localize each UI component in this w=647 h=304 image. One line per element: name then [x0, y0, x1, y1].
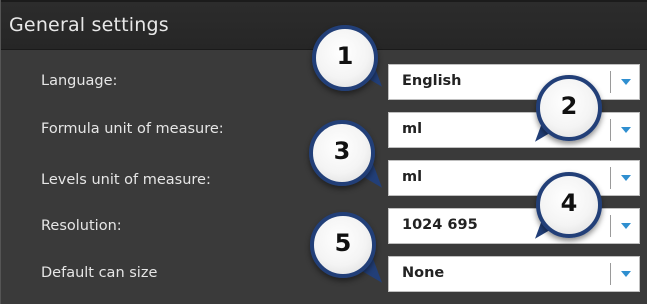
callout-badge-4: 4 [536, 172, 602, 238]
callout-badge-3: 3 [309, 120, 375, 186]
language-value: English [402, 73, 462, 89]
dropdown-divider [610, 215, 611, 237]
callout-number: 5 [334, 229, 352, 257]
resolution-label: Resolution: [41, 218, 122, 234]
resolution-dropdown[interactable]: 1024 695 [388, 208, 640, 244]
language-dropdown[interactable]: English [388, 64, 640, 100]
formula-unit-value: ml [402, 121, 423, 137]
levels-unit-dropdown[interactable]: ml [388, 160, 640, 196]
chevron-down-icon[interactable] [621, 271, 631, 277]
panel-title: General settings [9, 14, 169, 36]
general-settings-panel: General settings Language: English Formu… [0, 0, 647, 304]
formula-unit-label: Formula unit of measure: [41, 121, 224, 137]
default-can-size-dropdown[interactable]: None [388, 256, 640, 292]
levels-unit-label: Levels unit of measure: [41, 172, 211, 188]
callout-number: 2 [560, 92, 578, 120]
callout-number: 4 [560, 189, 578, 217]
callout-number: 1 [336, 42, 354, 70]
dropdown-divider [610, 263, 611, 285]
callout-badge-2: 2 [536, 75, 602, 141]
chevron-down-icon[interactable] [621, 175, 631, 181]
chevron-down-icon[interactable] [621, 127, 631, 133]
callout-badge-5: 5 [310, 212, 376, 278]
chevron-down-icon[interactable] [621, 79, 631, 85]
formula-unit-dropdown[interactable]: ml [388, 112, 640, 148]
callout-number: 3 [333, 137, 351, 165]
default-can-size-label: Default can size [41, 265, 158, 281]
language-label: Language: [41, 73, 118, 89]
resolution-value: 1024 695 [402, 217, 478, 233]
default-can-size-value: None [402, 265, 445, 281]
levels-unit-value: ml [402, 169, 423, 185]
dropdown-divider [610, 71, 611, 93]
chevron-down-icon[interactable] [621, 223, 631, 229]
dropdown-divider [610, 119, 611, 141]
dropdown-divider [610, 167, 611, 189]
callout-badge-1: 1 [312, 25, 378, 91]
